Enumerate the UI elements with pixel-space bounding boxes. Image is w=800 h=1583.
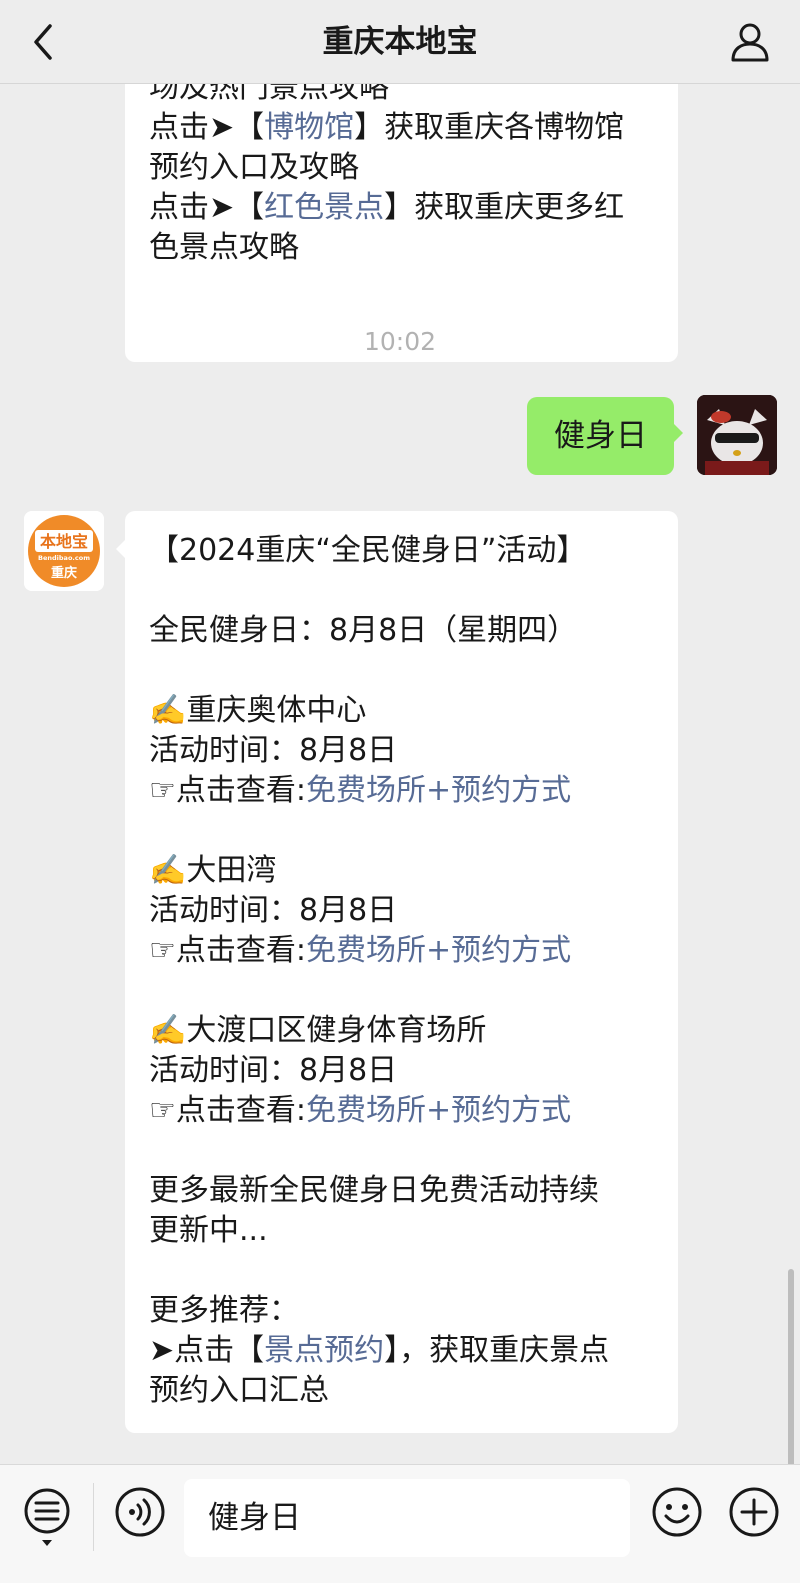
message-line: ✍️重庆奥体中心 [149,691,654,731]
message-input[interactable]: 健身日 [184,1479,630,1557]
message-line: 活动时间：8月8日 [149,891,654,931]
chat-title: 重庆本地宝 [322,24,478,60]
message-text: ✍️大田湾 [149,853,277,888]
emoji-icon[interactable] [651,1486,703,1538]
message-line: 活动时间：8月8日 [149,731,654,771]
message-text: 场及热门景点攻略 [149,84,389,105]
earlier-message-bubble: 场及热门景点攻略 点击➤【博物馆】获取重庆各博物馆 预约入口及攻略 点击➤【红色景点】… [125,84,678,362]
message-text: 全民健身日：8月8日（星期四） [149,613,578,648]
message-text: 更多最新全民健身日免费活动持续 [149,1173,599,1208]
message-line: 全民健身日：8月8日（星期四） [149,611,654,651]
avatar-image [697,395,777,475]
message-line: 点击➤【博物馆】获取重庆各博物馆 [149,108,654,148]
menu-icon[interactable] [22,1486,72,1550]
message-text: ✍️大渡口区健身体育场所 [149,1013,487,1048]
svg-text:本地宝: 本地宝 [40,532,88,551]
message-text: 活动时间：8月8日 [149,1053,398,1088]
message-text: 活动时间：8月8日 [149,893,398,928]
message-link[interactable]: 免费场所+预约方式 [306,1093,571,1128]
message-link[interactable]: 景点预约 [264,1333,384,1368]
message-line: ✍️大田湾 [149,851,654,891]
message-line: 更多推荐： [149,1291,654,1331]
message-line: 点击➤【红色景点】获取重庆更多红 [149,188,654,228]
input-toolbar: 健身日 [0,1464,800,1583]
message-text: 】获取重庆各博物馆 [354,110,625,145]
message-text: ➤点击【 [149,1333,265,1368]
svg-text:Bendibao.com: Bendibao.com [38,554,90,562]
message-link[interactable]: 博物馆 [264,110,354,145]
chat-message-list[interactable]: 场及热门景点攻略 点击➤【博物馆】获取重庆各博物馆 预约入口及攻略 点击➤【红色景点】… [0,84,800,1464]
message-text: 】获取重庆更多红 [384,190,625,225]
message-text: 点击➤【 [149,190,265,225]
plus-icon[interactable] [728,1486,780,1538]
message-line: ☞点击查看:免费场所+预约方式 [149,1091,654,1131]
message-timestamp: 10:02 [363,327,437,356]
message-text: 预约入口及攻略 [149,150,359,185]
message-line: 场及热门景点攻略 [149,84,654,108]
message-line: ☞点击查看:免费场所+预约方式 [149,931,654,971]
official-account-avatar[interactable]: 本地宝 Bendibao.com 重庆 [24,511,104,591]
message-line: 更新中... [149,1211,654,1251]
message-line: ➤点击【景点预约】，获取重庆景点 [149,1331,654,1371]
svg-text:重庆: 重庆 [51,565,77,581]
message-line: 预约入口及攻略 [149,148,654,188]
profile-icon[interactable] [728,20,772,64]
message-text: 更新中... [149,1213,268,1248]
message-text: 色景点攻略 [149,230,299,265]
message-text: 更多推荐： [149,1293,299,1328]
message-text: 活动时间：8月8日 [149,733,398,768]
message-line: 色景点攻略 [149,228,654,268]
toolbar-divider [93,1483,94,1551]
message-line: 预约入口汇总 [149,1371,654,1411]
reply-message-bubble: 【2024重庆“全民健身日”活动】 全民健身日：8月8日（星期四） ✍️重庆奥体中心… [116,511,678,1433]
sent-message-bubble[interactable]: 健身日 [527,397,683,475]
bendibao-logo-icon: 本地宝 Bendibao.com 重庆 [24,511,104,591]
message-line: ✍️大渡口区健身体育场所 [149,1011,654,1051]
message-link[interactable]: 免费场所+预约方式 [306,773,571,808]
message-line: 【2024重庆“全民健身日”活动】 [149,531,654,571]
message-text: 点击➤【 [149,110,265,145]
message-line: ☞点击查看:免费场所+预约方式 [149,771,654,811]
message-text: 【2024重庆“全民健身日”活动】 [149,533,587,568]
message-text: ☞点击查看: [149,1093,307,1128]
voice-icon[interactable] [114,1486,166,1538]
message-text: ✍️重庆奥体中心 [149,693,367,728]
top-nav-bar: 重庆本地宝 [0,0,800,84]
message-text: 】，获取重庆景点 [384,1333,610,1368]
message-text: 预约入口汇总 [149,1373,329,1408]
chat-scrollbar[interactable] [788,1269,794,1464]
message-link[interactable]: 免费场所+预约方式 [306,933,571,968]
message-line: 活动时间：8月8日 [149,1051,654,1091]
message-text: ☞点击查看: [149,933,307,968]
my-avatar[interactable] [697,395,777,475]
message-text: ☞点击查看: [149,773,307,808]
message-line: 更多最新全民健身日免费活动持续 [149,1171,654,1211]
message-link[interactable]: 红色景点 [264,190,384,225]
